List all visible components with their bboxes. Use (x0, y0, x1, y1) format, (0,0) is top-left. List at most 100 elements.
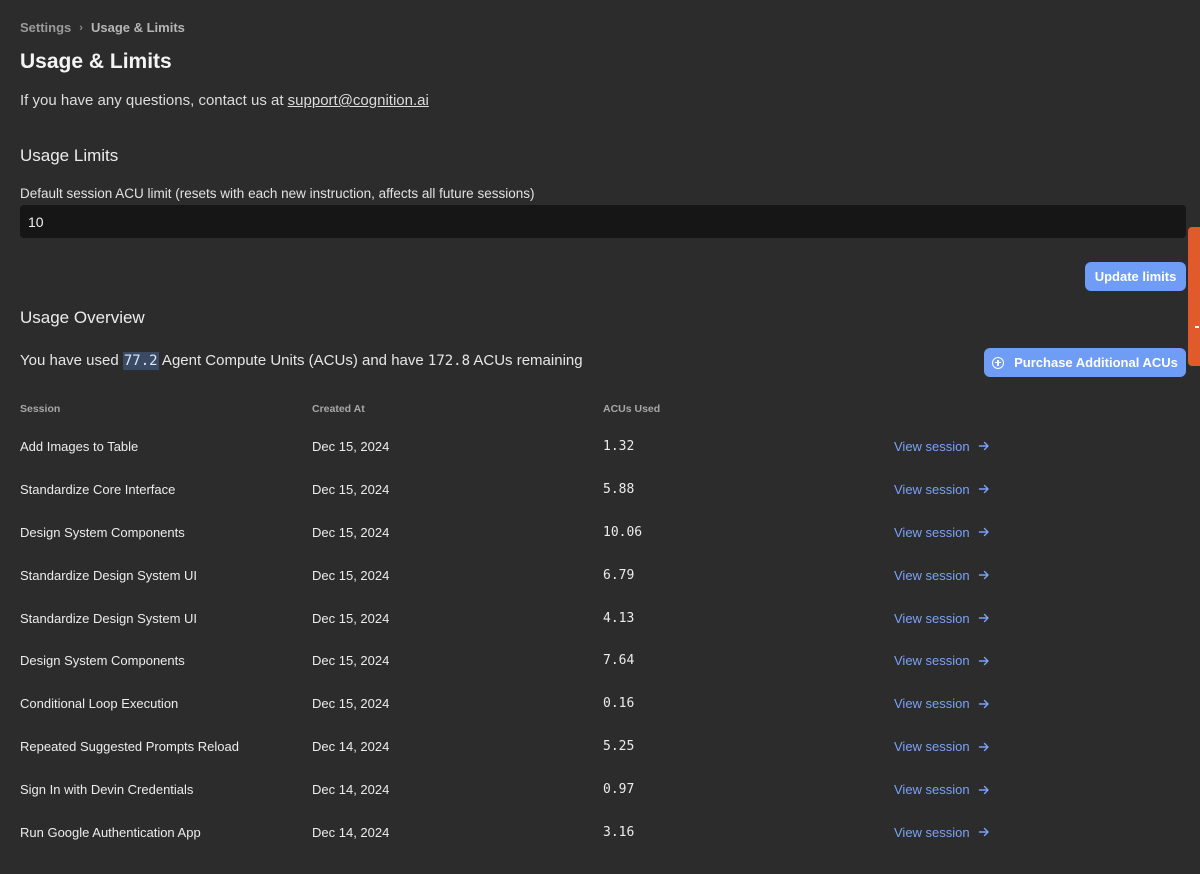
action-cell: View session (894, 682, 1020, 725)
arrow-right-icon (978, 785, 989, 794)
support-email-link[interactable]: support@cognition.ai (288, 92, 429, 109)
view-session-link[interactable]: View session (894, 439, 990, 454)
table-row: Add Images to Table Dec 15, 2024 1.32 View … (20, 425, 1020, 468)
usage-overview-heading: Usage Overview (20, 308, 145, 327)
usage-summary: You have used 77.2 Agent Compute Units (… (20, 352, 583, 370)
acus-used-cell: 0.16 (603, 696, 635, 712)
table-row: Design System Components Dec 15, 2024 7.64… (20, 639, 1020, 682)
view-session-link[interactable]: View session (894, 739, 990, 754)
view-session-label: View session (894, 696, 970, 712)
arrow-right-icon (978, 442, 989, 451)
action-cell: View session (894, 725, 1020, 768)
acus-used-cell: 0.97 (603, 782, 635, 798)
session-name-cell: Design System Components (20, 524, 185, 540)
created-at-cell: Dec 15, 2024 (312, 438, 390, 454)
view-session-label: View session (894, 524, 970, 540)
view-session-link[interactable]: View session (894, 525, 990, 540)
session-name-cell: Conditional Loop Execution (20, 696, 179, 712)
usage-limits-heading: Usage Limits (20, 146, 119, 165)
created-at-cell: Dec 14, 2024 (312, 824, 390, 840)
session-name-cell: Standardize Design System UI (20, 610, 198, 626)
view-session-link[interactable]: View session (894, 696, 990, 711)
view-session-label: View session (894, 739, 970, 755)
feedback-side-tab[interactable] (1188, 227, 1200, 366)
view-session-link[interactable]: View session (894, 568, 990, 583)
action-cell: View session (894, 597, 1020, 640)
view-session-label: View session (894, 782, 970, 798)
acu-limit-input[interactable] (20, 205, 1186, 238)
action-cell: View session (894, 639, 1020, 682)
view-session-link[interactable]: View session (894, 611, 990, 626)
action-cell: View session (894, 468, 1020, 511)
view-session-link[interactable]: View session (894, 482, 990, 497)
acus-used-value: 77.2 (122, 352, 159, 370)
created-at-cell: Dec 15, 2024 (312, 567, 390, 583)
view-session-link[interactable]: View session (894, 825, 990, 840)
contact-line: If you have any questions, contact us at… (20, 92, 429, 109)
view-session-label: View session (894, 438, 970, 454)
acus-used-cell: 3.16 (603, 824, 635, 840)
view-session-label: View session (894, 653, 970, 669)
acus-remaining-value: 172.8 (427, 353, 471, 369)
column-header-session: Session (20, 403, 61, 415)
view-session-label: View session (894, 824, 970, 840)
table-row: Repeated Suggested Prompts Reload Dec 14,… (20, 725, 1020, 768)
session-name-cell: Design System Components (20, 653, 185, 669)
arrow-right-icon (978, 485, 989, 494)
contact-text: If you have any questions, contact us at (20, 92, 288, 109)
column-header-actions (894, 393, 1020, 425)
arrow-right-icon (978, 828, 989, 837)
view-session-label: View session (894, 610, 970, 626)
view-session-label: View session (894, 481, 970, 497)
usage-summary-prefix: You have used (20, 352, 123, 369)
created-at-cell: Dec 14, 2024 (312, 782, 390, 798)
table-row: Run Google Authentication App Dec 14, 202… (20, 811, 1020, 854)
arrow-right-icon (978, 528, 989, 537)
action-cell: View session (894, 811, 1020, 854)
breadcrumb: Settings › Usage & Limits (20, 20, 185, 35)
acus-used-cell: 10.06 (603, 524, 643, 540)
session-name-cell: Standardize Core Interface (20, 481, 176, 497)
page-title: Usage & Limits (20, 50, 172, 73)
arrow-right-icon (978, 699, 989, 708)
acus-used-cell: 7.64 (603, 653, 635, 669)
session-name-cell: Repeated Suggested Prompts Reload (20, 739, 239, 755)
breadcrumb-settings-link[interactable]: Settings (20, 20, 71, 35)
session-name-cell: Sign In with Devin Credentials (20, 782, 194, 798)
acus-used-cell: 1.32 (603, 438, 635, 454)
table-row: Standardize Design System UI Dec 15, 2024… (20, 554, 1020, 597)
table-row: Sign In with Devin Credentials Dec 14, 20… (20, 768, 1020, 811)
sessions-table-body: Add Images to Table Dec 15, 2024 1.32 View … (20, 425, 1020, 854)
purchase-acus-button[interactable]: Purchase Additional ACUs (984, 348, 1186, 377)
action-cell: View session (894, 425, 1020, 468)
created-at-cell: Dec 15, 2024 (312, 481, 390, 497)
created-at-cell: Dec 15, 2024 (312, 610, 390, 626)
acus-used-cell: 5.88 (603, 481, 635, 497)
usage-summary-suffix: ACUs remaining (470, 352, 583, 369)
action-cell: View session (894, 511, 1020, 554)
chevron-right-icon: › (79, 21, 83, 34)
arrow-right-icon (978, 742, 989, 751)
action-cell: View session (894, 768, 1020, 811)
view-session-link[interactable]: View session (894, 782, 990, 797)
sessions-table: Session Created At ACUs Used Add Images … (20, 393, 1020, 854)
acus-used-cell: 4.13 (603, 610, 635, 626)
view-session-link[interactable]: View session (894, 653, 990, 668)
table-row: Standardize Design System UI Dec 15, 2024… (20, 597, 1020, 640)
column-header-created-at: Created At (312, 403, 365, 415)
update-limits-button[interactable]: Update limits (1085, 262, 1186, 291)
usage-summary-middle: Agent Compute Units (ACUs) and have (158, 352, 428, 369)
created-at-cell: Dec 15, 2024 (312, 653, 390, 669)
acus-used-cell: 6.79 (603, 567, 635, 583)
acus-used-cell: 5.25 (603, 739, 635, 755)
table-header-row: Session Created At ACUs Used (20, 393, 1020, 425)
table-row: Design System Components Dec 15, 2024 10.0… (20, 511, 1020, 554)
table-row: Standardize Core Interface Dec 15, 2024 5.… (20, 468, 1020, 511)
session-name-cell: Run Google Authentication App (20, 824, 201, 840)
action-cell: View session (894, 554, 1020, 597)
created-at-cell: Dec 14, 2024 (312, 739, 390, 755)
arrow-right-icon (978, 570, 989, 580)
view-session-label: View session (894, 567, 970, 583)
breadcrumb-current: Usage & Limits (90, 20, 185, 35)
acu-limit-label: Default session ACU limit (resets with e… (20, 186, 535, 201)
